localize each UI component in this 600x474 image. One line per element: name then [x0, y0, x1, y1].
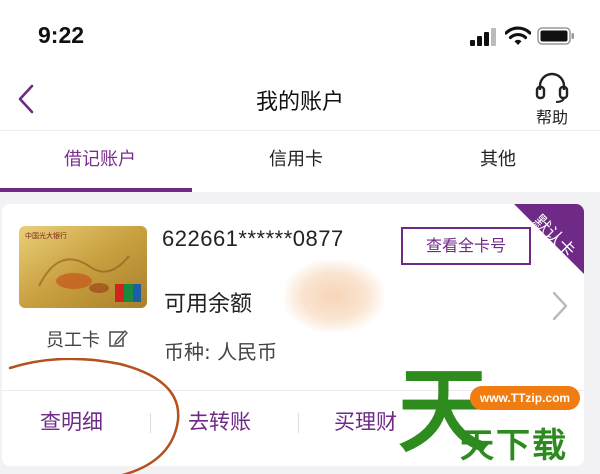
active-tab-indicator	[0, 188, 192, 192]
battery-icon	[537, 27, 574, 45]
nav-bar: 我的账户 帮助	[0, 70, 600, 130]
default-card-badge: 默认卡	[514, 204, 584, 274]
wifi-icon	[505, 26, 531, 45]
account-tabs: 借记账户 信用卡 其他	[0, 130, 600, 192]
tab-credit-card[interactable]: 信用卡	[196, 131, 396, 193]
card-bank-name: 中国光大银行	[25, 231, 67, 240]
bank-card-image: 中国光大银行	[19, 226, 147, 308]
help-label: 帮助	[535, 108, 568, 127]
headset-icon	[535, 72, 569, 103]
chevron-right-icon[interactable]	[550, 290, 570, 322]
page-title: 我的账户	[255, 90, 344, 115]
tab-debit[interactable]: 借记账户	[0, 131, 200, 193]
transfer-button[interactable]: 去转账	[188, 391, 251, 453]
card-number: 622661******0877	[162, 226, 344, 251]
available-balance-label: 可用余额	[164, 292, 253, 317]
status-time: 9:22	[38, 22, 85, 48]
status-bar: 9:22	[0, 0, 600, 70]
help-button[interactable]: 帮助	[530, 72, 574, 128]
buy-wealth-button[interactable]: 买理财	[334, 391, 397, 453]
card-nickname: 员工卡	[46, 330, 100, 351]
tab-other[interactable]: 其他	[398, 131, 598, 193]
signal-icon	[470, 28, 496, 46]
edit-icon[interactable]	[108, 328, 128, 348]
balance-redacted	[284, 260, 384, 332]
watermark-url: www.TTzip.com	[470, 386, 580, 410]
annotation-circle	[8, 358, 180, 474]
divider	[298, 413, 299, 433]
watermark-text: 天下载	[460, 426, 568, 466]
